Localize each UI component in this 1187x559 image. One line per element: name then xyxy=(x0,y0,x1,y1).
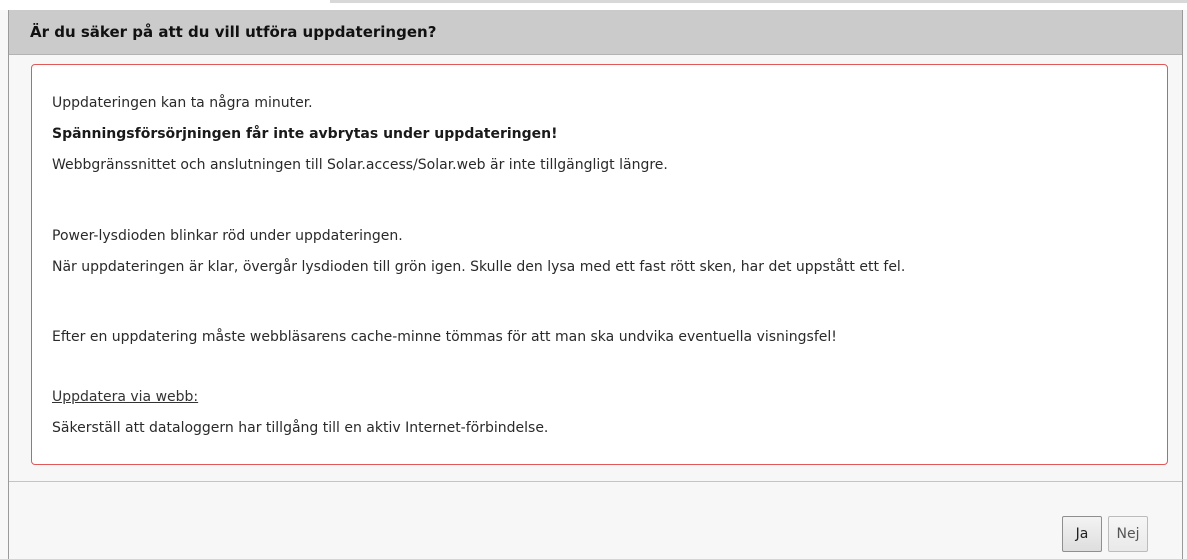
message-connection-unavailable: Webbgränssnittet och anslutningen till S… xyxy=(52,157,668,173)
update-confirm-dialog: Är du säker på att du vill utföra uppdat… xyxy=(0,0,1187,559)
warning-message-box: Uppdateringen kan ta några minuter. Spän… xyxy=(31,64,1168,465)
message-led-status: När uppdateringen är klar, övergår lysdi… xyxy=(52,259,906,275)
no-button[interactable]: Nej xyxy=(1108,516,1148,552)
dialog-title: Är du säker på att du vill utföra uppdat… xyxy=(30,23,437,41)
dialog-frame: Är du säker på att du vill utföra uppdat… xyxy=(8,10,1183,559)
message-led-blinking: Power-lysdioden blinkar röd under uppdat… xyxy=(52,228,403,244)
message-clear-cache: Efter en uppdatering måste webbläsarens … xyxy=(52,329,837,345)
dialog-title-bar: Är du säker på att du vill utföra uppdat… xyxy=(9,10,1182,55)
top-edge xyxy=(0,0,1187,10)
message-internet-requirement: Säkerställ att dataloggern har tillgång … xyxy=(52,420,549,436)
footer-separator xyxy=(9,481,1182,482)
message-duration: Uppdateringen kan ta några minuter. xyxy=(52,95,313,111)
message-power-warning: Spänningsförsörjningen får inte avbrytas… xyxy=(52,126,558,142)
yes-button[interactable]: Ja xyxy=(1062,516,1102,552)
message-update-via-web-heading: Uppdatera via webb: xyxy=(52,389,199,405)
top-edge-line xyxy=(330,0,1187,3)
